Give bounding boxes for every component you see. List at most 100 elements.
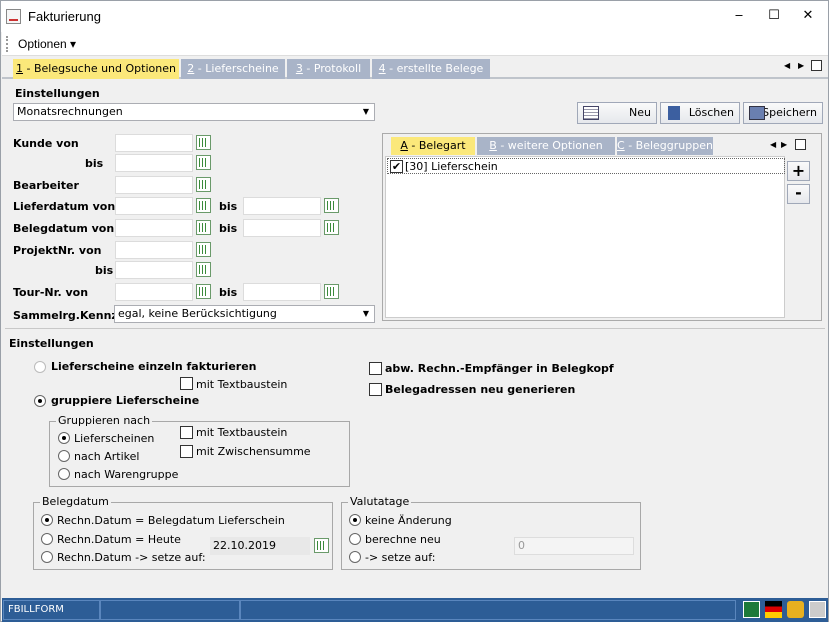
- tour-nr-von-input[interactable]: [115, 283, 193, 301]
- neu-button-label: Neu: [629, 106, 651, 119]
- calendar-icon[interactable]: [324, 220, 339, 235]
- lookup-icon[interactable]: [196, 135, 211, 150]
- gruppieren-group: Gruppieren nach Lieferscheinen nach Arti…: [49, 414, 350, 487]
- calendar-icon[interactable]: [324, 198, 339, 213]
- minimize-button[interactable]: ‒: [724, 5, 754, 27]
- app-icon: [6, 9, 21, 24]
- loeschen-button-label: Löschen: [688, 106, 734, 119]
- valuta-setze-radio[interactable]: [349, 551, 361, 563]
- calendar-icon[interactable]: [196, 198, 211, 213]
- tour-nr-bis-input[interactable]: [243, 283, 321, 301]
- tab-erstellte-belege[interactable]: 4 - erstellte Belege: [372, 59, 490, 79]
- remove-icon[interactable]: -: [787, 184, 810, 204]
- belegadressen-label: Belegadressen neu generieren: [385, 383, 576, 396]
- belegdatum-group: Belegdatum Rechn.Datum = Belegdatum Lief…: [33, 495, 333, 570]
- subtab-beleggruppen[interactable]: C - Beleggruppen: [617, 137, 713, 155]
- tab-protokoll[interactable]: 3 - Protokoll: [287, 59, 370, 79]
- lookup-icon[interactable]: [196, 177, 211, 192]
- grp-textbaustein-checkbox[interactable]: [180, 426, 193, 439]
- tab-belegsuche[interactable]: 1 - Belegsuche und Optionen: [13, 59, 179, 79]
- menu-optionen[interactable]: Optionen ▾: [18, 37, 76, 51]
- status-cell-2: [100, 600, 240, 620]
- belegdatum-date-field[interactable]: 22.10.2019: [210, 537, 310, 555]
- preset-select[interactable]: Monatsrechnungen ▼: [13, 103, 375, 121]
- speichern-button[interactable]: Speichern: [743, 102, 823, 124]
- menu-bar: Optionen ▾: [2, 32, 828, 56]
- zwischensumme-label: mit Zwischensumme: [196, 445, 311, 458]
- belegadressen-checkbox[interactable]: [369, 383, 382, 396]
- options-heading: Einstellungen: [9, 337, 94, 350]
- nach-lieferscheinen-radio[interactable]: [58, 432, 70, 444]
- einzeln-radio[interactable]: [34, 361, 46, 373]
- einzeln-textbaustein-checkbox[interactable]: [180, 377, 193, 390]
- belegdatum-setze-label: Rechn.Datum -> setze auf:: [57, 551, 206, 564]
- belegdatum-lieferschein-radio[interactable]: [41, 514, 53, 526]
- loeschen-button[interactable]: Löschen: [660, 102, 740, 124]
- gruppieren-title: Gruppieren nach: [56, 414, 153, 427]
- lock-icon[interactable]: [787, 601, 804, 618]
- einzeln-label: Lieferscheine einzeln fakturieren: [51, 360, 257, 373]
- lookup-icon[interactable]: [196, 262, 211, 277]
- subtab-scroll-left-icon[interactable]: ◀: [770, 140, 776, 149]
- belegdatum-bis-input[interactable]: [243, 219, 321, 237]
- calendar-icon[interactable]: [314, 538, 329, 553]
- valutatage-group: Valutatage keine Änderung berechne neu -…: [341, 495, 641, 570]
- projektnr-von-input[interactable]: [115, 241, 193, 259]
- lookup-icon[interactable]: [196, 284, 211, 299]
- gruppiere-radio[interactable]: [34, 395, 46, 407]
- valuta-stepper[interactable]: 0: [514, 537, 634, 555]
- settings-icon[interactable]: [809, 601, 826, 618]
- kunde-von-label: Kunde von: [13, 137, 79, 150]
- belegdatum-von-input[interactable]: [115, 219, 193, 237]
- close-button[interactable]: ✕: [793, 5, 823, 27]
- belegdatum-heute-radio[interactable]: [41, 533, 53, 545]
- sammelrg-select[interactable]: egal, keine Berücksichtigung ▼: [114, 305, 375, 323]
- nach-artikel-label: nach Artikel: [74, 450, 140, 463]
- valuta-keine-label: keine Änderung: [365, 514, 452, 527]
- subtab-weitere-optionen[interactable]: B - weitere Optionen: [477, 137, 615, 155]
- neu-button[interactable]: Neu: [577, 102, 657, 124]
- belegart-list: ✔ [30] Lieferschein: [385, 156, 785, 318]
- lieferdatum-bis-input[interactable]: [243, 197, 321, 215]
- status-form: FBILLFORM: [3, 600, 100, 620]
- new-record-icon: [583, 106, 599, 120]
- language-flag-icon[interactable]: [765, 601, 782, 618]
- lieferdatum-bis-label: bis: [219, 200, 238, 213]
- lieferdatum-von-input[interactable]: [115, 197, 193, 215]
- tab-scroll-left-icon[interactable]: ◀: [784, 61, 790, 70]
- kunde-bis-input[interactable]: [115, 154, 193, 172]
- belegdatum-setze-radio[interactable]: [41, 551, 53, 563]
- lookup-icon[interactable]: [324, 284, 339, 299]
- subtab-close-icon[interactable]: [795, 139, 806, 150]
- subtab-belegart[interactable]: A - Belegart: [391, 137, 475, 155]
- calendar-icon[interactable]: [196, 220, 211, 235]
- abw-rechn-checkbox[interactable]: [369, 362, 382, 375]
- tour-nr-bis-label: bis: [219, 286, 238, 299]
- valuta-keine-radio[interactable]: [349, 514, 361, 526]
- belegart-checkbox[interactable]: ✔: [390, 160, 403, 173]
- bearbeiter-input[interactable]: [115, 176, 193, 194]
- main-tabs: 1 - Belegsuche und Optionen 2 - Liefersc…: [2, 57, 828, 79]
- chevron-down-icon: ▼: [362, 309, 370, 318]
- bearbeiter-label: Bearbeiter: [13, 179, 79, 192]
- subtab-scroll-right-icon[interactable]: ▶: [781, 140, 787, 149]
- lookup-icon[interactable]: [196, 242, 211, 257]
- tab-scroll-right-icon[interactable]: ▶: [798, 61, 804, 70]
- excel-icon[interactable]: [743, 601, 760, 618]
- valuta-berechne-radio[interactable]: [349, 533, 361, 545]
- tab-lieferscheine[interactable]: 2 - Lieferscheine: [181, 59, 285, 79]
- projektnr-bis-input[interactable]: [115, 261, 193, 279]
- nach-artikel-radio[interactable]: [58, 450, 70, 462]
- add-icon[interactable]: +: [787, 161, 810, 181]
- list-item[interactable]: ✔ [30] Lieferschein: [387, 158, 785, 174]
- belegart-panel: A - Belegart B - weitere Optionen C - Be…: [382, 133, 822, 321]
- nach-warengruppe-radio[interactable]: [58, 468, 70, 480]
- tab-close-icon[interactable]: [811, 60, 822, 71]
- title-bar: Fakturierung ‒ ☐ ✕: [1, 1, 828, 32]
- kunde-von-input[interactable]: [115, 134, 193, 152]
- zwischensumme-checkbox[interactable]: [180, 445, 193, 458]
- lookup-icon[interactable]: [196, 155, 211, 170]
- maximize-button[interactable]: ☐: [759, 5, 789, 27]
- grp-textbaustein-label: mit Textbaustein: [196, 426, 288, 439]
- settings-heading: Einstellungen: [15, 87, 100, 100]
